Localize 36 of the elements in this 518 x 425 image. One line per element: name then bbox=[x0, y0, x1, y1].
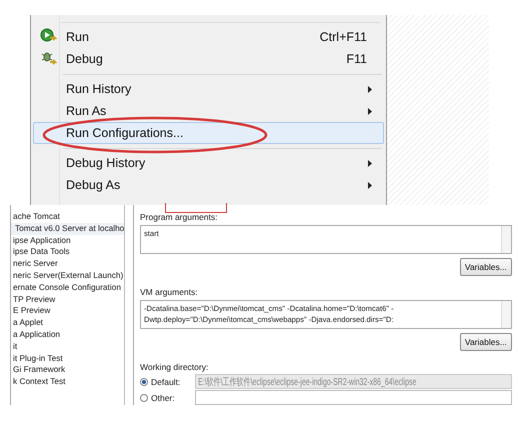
menu-item[interactable]: Run Configurations... bbox=[33, 122, 384, 144]
launch-configuration-item[interactable]: E Preview bbox=[11, 305, 124, 318]
radio-button[interactable] bbox=[140, 394, 148, 402]
launch-configuration-item[interactable]: ipse Data Tools bbox=[11, 246, 124, 258]
launch-configuration-item[interactable]: a Application bbox=[11, 328, 124, 341]
menu-item[interactable]: Run As bbox=[33, 100, 384, 122]
field-label: Working directory: bbox=[140, 361, 210, 373]
menu-item[interactable]: Debug History bbox=[33, 152, 384, 174]
field-label: VM arguments: bbox=[140, 286, 199, 298]
submenu-arrow-icon bbox=[368, 86, 373, 92]
menu-item[interactable]: Debug F11 bbox=[33, 48, 384, 70]
launch-configuration-item[interactable]: neric Server(External Launch) bbox=[11, 270, 124, 282]
menu-item[interactable]: Run Ctrl+F11 bbox=[33, 26, 384, 48]
radio-label: Default: bbox=[151, 376, 180, 386]
launch-configuration-item[interactable]: ache Tomcat bbox=[11, 211, 124, 223]
menu-item[interactable]: Debug As bbox=[33, 174, 384, 196]
highlight-box bbox=[165, 203, 227, 213]
launch-configuration-item[interactable]: TP Preview bbox=[11, 294, 124, 306]
launch-configuration-item[interactable]: k Context Test bbox=[11, 376, 124, 388]
launch-configuration-item[interactable]: a Applet bbox=[11, 317, 124, 329]
menu-item[interactable]: Run History bbox=[33, 78, 384, 100]
directory-field[interactable] bbox=[195, 390, 512, 405]
launch-configuration-item[interactable]: ernate Console Configuration bbox=[11, 282, 124, 294]
launch-configuration-item[interactable]: neric Server bbox=[11, 258, 124, 270]
variables-button[interactable]: Variables... bbox=[460, 258, 512, 276]
variables-button[interactable]: Variables... bbox=[460, 333, 512, 351]
launch-configuration-item[interactable]: Tomcat v6.0 Server at localho bbox=[11, 222, 124, 235]
submenu-arrow-icon bbox=[368, 160, 373, 166]
radio-label: Other: bbox=[151, 392, 175, 402]
launch-configuration-item[interactable]: ipse Application bbox=[11, 234, 124, 246]
submenu-arrow-icon bbox=[368, 182, 373, 188]
launch-configuration-item[interactable]: it Plug-in Test bbox=[11, 352, 124, 364]
launch-configuration-item[interactable]: Gi Framework bbox=[11, 364, 124, 376]
field-label: Program arguments: bbox=[140, 211, 218, 223]
launch-configuration-item[interactable]: it bbox=[11, 340, 124, 353]
submenu-arrow-icon bbox=[368, 108, 373, 114]
